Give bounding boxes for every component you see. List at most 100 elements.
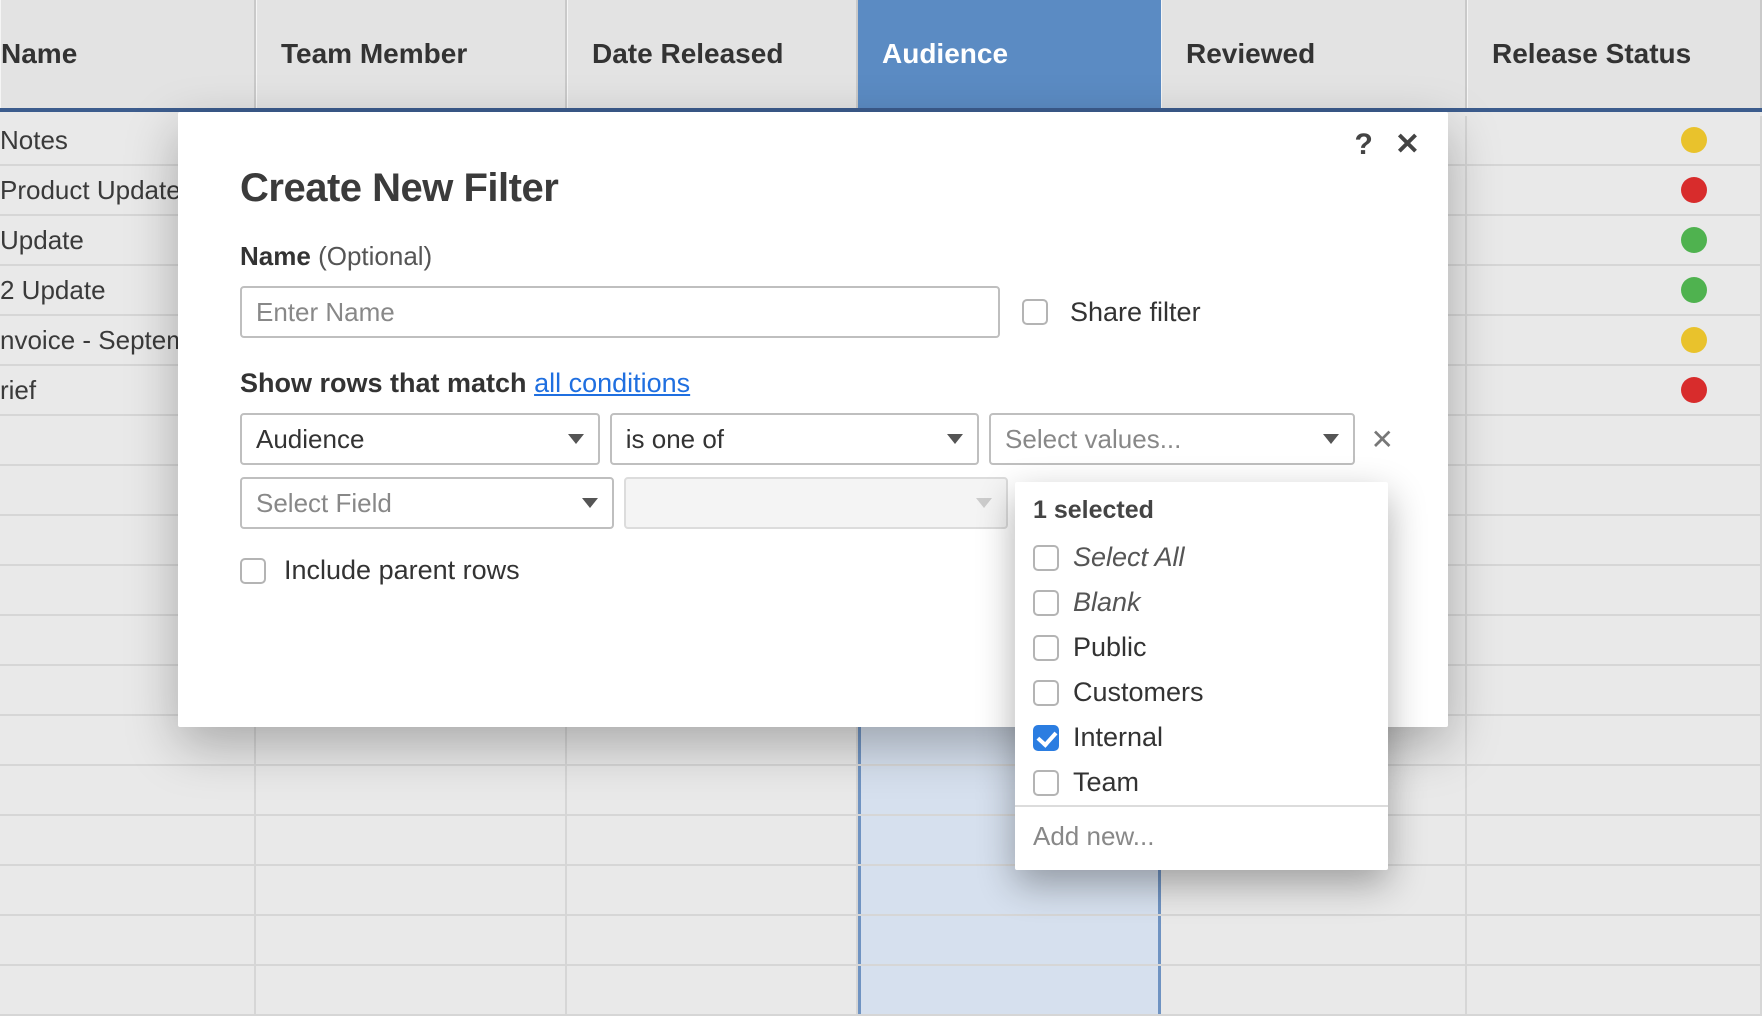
cell-status[interactable] — [1467, 166, 1762, 214]
cell[interactable] — [567, 766, 858, 814]
column-header-audience[interactable]: Audience — [858, 0, 1161, 108]
status-dot-icon — [1681, 127, 1707, 153]
cell-status[interactable] — [1467, 416, 1762, 464]
column-header-reviewed[interactable]: Reviewed — [1161, 0, 1467, 108]
column-header-team-member[interactable]: Team Member — [256, 0, 567, 108]
cell-status[interactable] — [1467, 816, 1762, 864]
status-dot-icon — [1681, 227, 1707, 253]
include-parent-checkbox[interactable] — [240, 558, 266, 584]
cell-status[interactable] — [1467, 916, 1762, 964]
cell-status[interactable] — [1467, 616, 1762, 664]
cell-name[interactable] — [0, 816, 256, 864]
name-label-optional: (Optional) — [318, 241, 432, 271]
cell[interactable] — [567, 816, 858, 864]
cell-status[interactable] — [1467, 966, 1762, 1014]
status-dot-icon — [1681, 327, 1707, 353]
cell-status[interactable] — [1467, 766, 1762, 814]
cell-status[interactable] — [1467, 266, 1762, 314]
column-header-release-status[interactable]: Release Status — [1467, 0, 1762, 108]
cell-name[interactable] — [0, 766, 256, 814]
filter-condition-row-1: Audience is one of Select values... ✕ — [240, 413, 1400, 465]
cell[interactable] — [567, 916, 858, 964]
cell[interactable] — [256, 816, 567, 864]
cell-status[interactable] — [1467, 566, 1762, 614]
remove-condition-icon[interactable]: ✕ — [1365, 423, 1400, 456]
table-row[interactable] — [0, 866, 1762, 916]
filter-values-placeholder: Select values... — [1005, 424, 1181, 455]
cell[interactable] — [567, 866, 858, 914]
dropdown-option[interactable]: Internal — [1015, 715, 1388, 760]
help-icon[interactable]: ? — [1355, 130, 1373, 160]
filter-field-select[interactable]: Audience — [240, 413, 600, 465]
chevron-down-icon — [582, 498, 598, 508]
dropdown-option[interactable]: Public — [1015, 625, 1388, 670]
share-filter-label: Share filter — [1070, 297, 1201, 328]
column-header-date-released[interactable]: Date Released — [567, 0, 858, 108]
option-label: Select All — [1073, 542, 1185, 573]
option-checkbox[interactable] — [1033, 770, 1059, 796]
option-label: Team — [1073, 767, 1139, 798]
filter-field-select-empty[interactable]: Select Field — [240, 477, 614, 529]
filter-operator-select[interactable]: is one of — [610, 413, 979, 465]
table-row[interactable] — [0, 966, 1762, 1016]
cell-status[interactable] — [1467, 216, 1762, 264]
column-header-name[interactable]: Name — [0, 0, 256, 108]
close-icon[interactable]: ✕ — [1395, 130, 1420, 160]
cell-status[interactable] — [1467, 316, 1762, 364]
cell-status[interactable] — [1467, 516, 1762, 564]
cell[interactable] — [256, 766, 567, 814]
cell[interactable] — [858, 966, 1161, 1014]
cell[interactable] — [1161, 916, 1467, 964]
option-label: Internal — [1073, 722, 1163, 753]
cell[interactable] — [858, 866, 1161, 914]
cell[interactable] — [1161, 866, 1467, 914]
dropdown-option[interactable]: Team — [1015, 760, 1388, 805]
option-checkbox[interactable] — [1033, 680, 1059, 706]
cell-status[interactable] — [1467, 116, 1762, 164]
status-dot-icon — [1681, 277, 1707, 303]
dropdown-option[interactable]: Blank — [1015, 580, 1388, 625]
match-mode-link[interactable]: all conditions — [534, 368, 690, 398]
chevron-down-icon — [976, 498, 992, 508]
filter-operator-select-disabled — [624, 477, 1008, 529]
cell-status[interactable] — [1467, 666, 1762, 714]
dropdown-selected-count: 1 selected — [1015, 496, 1388, 535]
cell[interactable] — [256, 866, 567, 914]
cell[interactable] — [1161, 966, 1467, 1014]
cell-name[interactable] — [0, 916, 256, 964]
option-checkbox[interactable] — [1033, 590, 1059, 616]
cell-status[interactable] — [1467, 866, 1762, 914]
cell[interactable] — [567, 966, 858, 1014]
cell[interactable] — [256, 916, 567, 964]
table-row[interactable] — [0, 816, 1762, 866]
dropdown-option[interactable]: Select All — [1015, 535, 1388, 580]
status-dot-icon — [1681, 377, 1707, 403]
cell[interactable] — [256, 966, 567, 1014]
cell-status[interactable] — [1467, 366, 1762, 414]
option-checkbox[interactable] — [1033, 635, 1059, 661]
share-filter-checkbox[interactable] — [1022, 299, 1048, 325]
table-row[interactable] — [0, 766, 1762, 816]
chevron-down-icon — [568, 434, 584, 444]
dropdown-add-new[interactable]: Add new... — [1015, 805, 1388, 870]
dropdown-option[interactable]: Customers — [1015, 670, 1388, 715]
column-header-label: Date Released — [592, 38, 783, 70]
cell-status[interactable] — [1467, 716, 1762, 764]
column-header-label: Name — [1, 38, 77, 70]
name-label-strong: Name — [240, 241, 311, 271]
option-checkbox[interactable] — [1033, 725, 1059, 751]
column-header-label: Release Status — [1492, 38, 1691, 70]
filter-values-select[interactable]: Select values... — [989, 413, 1354, 465]
filter-name-input[interactable] — [240, 286, 1000, 338]
match-prefix: Show rows that match — [240, 368, 527, 398]
option-label: Customers — [1073, 677, 1204, 708]
modal-title: Create New Filter — [240, 166, 1400, 211]
filter-field-value: Audience — [256, 424, 364, 455]
table-row[interactable] — [0, 916, 1762, 966]
cell[interactable] — [858, 916, 1161, 964]
cell-status[interactable] — [1467, 466, 1762, 514]
cell-name[interactable] — [0, 866, 256, 914]
option-checkbox[interactable] — [1033, 545, 1059, 571]
status-dot-icon — [1681, 177, 1707, 203]
cell-name[interactable] — [0, 966, 256, 1014]
